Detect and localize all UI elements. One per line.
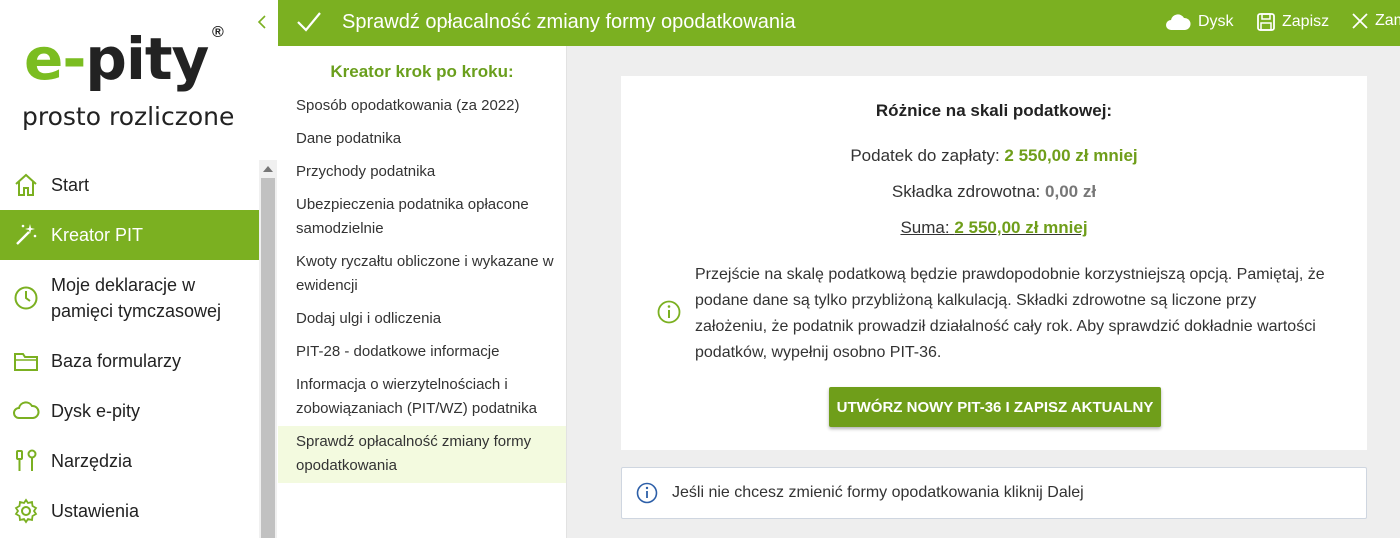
- save-button[interactable]: Zapisz: [1256, 12, 1329, 32]
- step-ubezpieczenia-podatnika[interactable]: Ubezpieczenia podatnika opłacone samodzi…: [278, 189, 566, 246]
- sidebar-item-ustawienia[interactable]: Ustawienia: [0, 486, 259, 536]
- next-step-note-text: Jeśli nie chcesz zmienić formy opodatkow…: [672, 484, 1084, 501]
- step-dane-podatnika[interactable]: Dane podatnika: [278, 123, 566, 156]
- sum-value: 2 550,00 zł mniej: [954, 218, 1088, 237]
- sidebar-item-moje-deklaracje[interactable]: Moje deklaracje w pamięci tymczasowej: [0, 260, 259, 336]
- page-title: Sprawdź opłacalność zmiany formy opodatk…: [342, 11, 796, 33]
- step-kwoty-ryczaltu[interactable]: Kwoty ryczałtu obliczone i wykazane w ew…: [278, 246, 566, 303]
- step-ulgi-i-odliczenia[interactable]: Dodaj ulgi i odliczenia: [278, 303, 566, 336]
- sidebar-item-label: Baza formularzy: [51, 351, 182, 371]
- next-step-note: Jeśli nie chcesz zmienić formy opodatkow…: [621, 467, 1367, 519]
- health-contribution-row: Składka zdrowotna: 0,00 zł: [621, 182, 1367, 202]
- tools-icon: [12, 447, 40, 475]
- create-pit36-button[interactable]: UTWÓRZ NOWY PIT-36 I ZAPISZ AKTUALNY: [829, 387, 1161, 427]
- info-icon: [657, 300, 681, 329]
- top-header: Sprawdź opłacalność zmiany formy opodatk…: [278, 0, 1400, 46]
- scrollbar-thumb[interactable]: [261, 178, 275, 538]
- close-icon: [1352, 13, 1368, 29]
- clock-icon: [12, 284, 40, 312]
- sidebar-item-label: Dysk e-pity: [51, 401, 141, 421]
- sidebar-item-dysk-e-pity[interactable]: Dysk e-pity: [0, 386, 259, 436]
- sidebar-item-label: Narzędzia: [51, 451, 133, 471]
- logo-wordmark: e-pity: [24, 25, 209, 93]
- step-przychody-podatnika[interactable]: Przychody podatnika: [278, 156, 566, 189]
- info-icon: [636, 482, 658, 509]
- summary-card: Różnice na skali podatkowej: Podatek do …: [621, 76, 1367, 450]
- cloud-icon: [12, 397, 40, 425]
- sidebar-item-label: Start: [51, 175, 90, 195]
- folder-icon: [12, 347, 40, 375]
- info-message: Przejście na skalę podatkową będzie praw…: [695, 266, 1325, 361]
- step-wierzytelnosci-zobowiazania[interactable]: Informacja o wierzytelnościach i zobowią…: [278, 369, 566, 426]
- collapse-sidebar-chevron-icon[interactable]: [254, 12, 270, 32]
- sidebar-item-narzedzia[interactable]: Narzędzia: [0, 436, 259, 486]
- wizard-steps-panel: Kreator krok po kroku: Sposób opodatkowa…: [278, 46, 567, 538]
- main-content: Różnice na skali podatkowej: Podatek do …: [567, 46, 1400, 538]
- home-icon: [12, 171, 40, 199]
- close-button[interactable]: Zamknij: [1351, 12, 1400, 30]
- sidebar-item-baza-formularzy[interactable]: Baza formularzy: [0, 336, 259, 386]
- sum-label: Suma:: [900, 218, 950, 237]
- tax-due-label: Podatek do zapłaty:: [850, 146, 1000, 165]
- step-pit-28-informacje[interactable]: PIT-28 - dodatkowe informacje: [278, 336, 566, 369]
- logo: e-pity ® prosto rozliczone: [22, 24, 242, 134]
- save-icon: [1257, 13, 1275, 31]
- step-sposob-opodatkowania[interactable]: Sposób opodatkowania (za 2022): [278, 90, 566, 123]
- tax-due-value: 2 550,00 zł mniej: [1004, 146, 1138, 165]
- logo-tagline: prosto rozliczone: [22, 102, 235, 131]
- scroll-up-arrow-icon[interactable]: [263, 166, 273, 172]
- sidebar-item-label: Moje deklaracje w pamięci tymczasowej: [51, 275, 222, 321]
- cloud-icon: [1166, 14, 1191, 30]
- dysk-label: Dysk: [1198, 13, 1234, 30]
- close-label: Zamknij: [1375, 12, 1400, 29]
- health-contribution-value: 0,00 zł: [1045, 182, 1097, 201]
- gear-icon: [12, 497, 40, 525]
- sidebar: e-pity ® prosto rozliczone Start Kreator…: [0, 0, 278, 538]
- dysk-button[interactable]: Dysk: [1164, 12, 1234, 32]
- tax-due-row: Podatek do zapłaty: 2 550,00 zł mniej: [621, 146, 1367, 166]
- step-sprawdz-oplacalnosc[interactable]: Sprawdź opłacalność zmiany formy opodatk…: [278, 426, 566, 483]
- sidebar-scrollbar[interactable]: [259, 160, 277, 538]
- card-title: Różnice na skali podatkowej:: [875, 101, 1113, 120]
- sidebar-nav: Start Kreator PIT Moje deklaracje w pami…: [0, 160, 259, 536]
- logo-registered-mark: ®: [212, 24, 224, 41]
- sidebar-item-label: Kreator PIT: [51, 225, 144, 245]
- sum-row: Suma: 2 550,00 zł mniej: [621, 218, 1367, 238]
- save-label: Zapisz: [1282, 13, 1330, 30]
- sidebar-item-label: Ustawienia: [51, 501, 140, 521]
- health-contribution-label: Składka zdrowotna:: [891, 182, 1041, 201]
- checkmark-icon: [296, 10, 322, 39]
- wizard-steps-title: Kreator krok po kroku:: [330, 62, 514, 81]
- sidebar-item-start[interactable]: Start: [0, 160, 259, 210]
- magic-wand-icon: [12, 221, 40, 249]
- sidebar-item-kreator-pit[interactable]: Kreator PIT: [0, 210, 259, 260]
